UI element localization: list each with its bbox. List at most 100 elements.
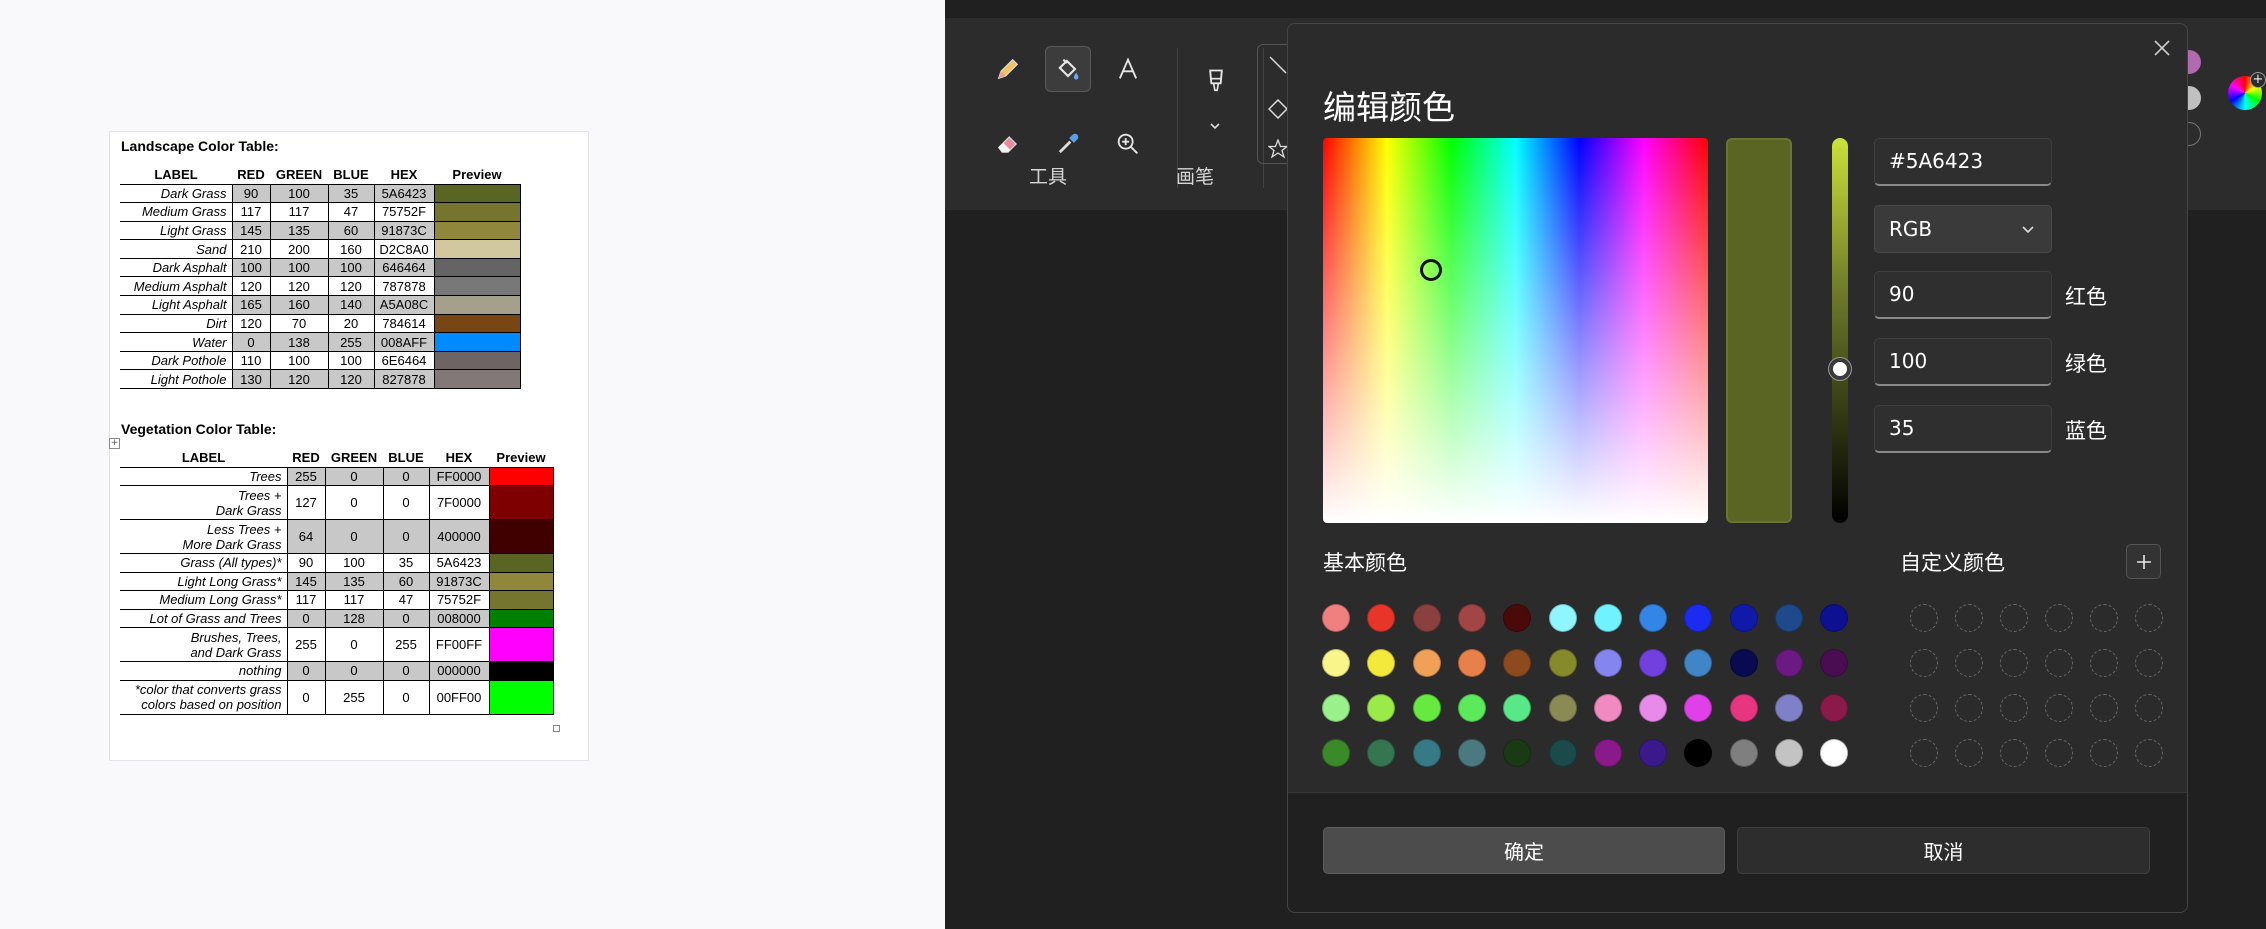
basic-color-swatch[interactable]	[1322, 739, 1350, 767]
blue-input[interactable]: 35	[1874, 405, 2052, 453]
basic-color-swatch[interactable]	[1503, 739, 1532, 767]
spectrum-cursor[interactable]	[1420, 259, 1442, 281]
custom-color-slot[interactable]	[2090, 604, 2118, 632]
basic-color-swatch[interactable]	[1367, 604, 1396, 632]
basic-color-swatch[interactable]	[1593, 739, 1622, 767]
basic-color-swatch[interactable]	[1412, 694, 1441, 722]
custom-color-slot[interactable]	[2135, 739, 2163, 767]
custom-color-slot[interactable]	[1910, 649, 1938, 677]
basic-color-swatch[interactable]	[1684, 694, 1713, 722]
pencil-icon	[997, 58, 1019, 80]
custom-color-slot[interactable]	[2135, 649, 2163, 677]
basic-color-swatch[interactable]	[1457, 739, 1486, 767]
ok-button[interactable]: 确定	[1323, 827, 1725, 874]
basic-color-swatch[interactable]	[1503, 604, 1532, 632]
basic-color-swatch[interactable]	[1412, 739, 1441, 767]
basic-color-swatch[interactable]	[1457, 649, 1486, 677]
basic-color-swatch[interactable]	[1639, 649, 1668, 677]
basic-color-swatch[interactable]	[1548, 694, 1577, 722]
color-spectrum[interactable]	[1323, 138, 1708, 523]
basic-color-swatch[interactable]	[1775, 649, 1803, 677]
basic-color-swatch[interactable]	[1775, 604, 1803, 632]
basic-color-swatch[interactable]	[1639, 739, 1668, 767]
table-resize-handle[interactable]	[553, 725, 560, 732]
brush-dropdown-button[interactable]	[1185, 119, 1245, 139]
basic-color-swatch[interactable]	[1503, 649, 1532, 677]
basic-color-swatch[interactable]	[1729, 649, 1758, 677]
basic-color-swatch[interactable]	[1684, 604, 1713, 632]
basic-color-swatch[interactable]	[1548, 739, 1577, 767]
pencil-tool-button[interactable]	[985, 46, 1031, 92]
basic-color-swatch[interactable]	[1684, 649, 1713, 677]
custom-color-slot[interactable]	[1910, 694, 1938, 722]
custom-color-slot[interactable]	[2090, 739, 2118, 767]
basic-color-swatch[interactable]	[1593, 604, 1622, 632]
custom-color-slot[interactable]	[1910, 604, 1938, 632]
text-tool-button[interactable]	[1105, 46, 1151, 92]
basic-color-swatch[interactable]	[1729, 604, 1758, 632]
cancel-button[interactable]: 取消	[1737, 827, 2150, 874]
basic-color-swatch[interactable]	[1322, 649, 1350, 677]
basic-color-swatch[interactable]	[1820, 649, 1849, 677]
basic-color-swatch[interactable]	[1639, 604, 1668, 632]
close-button[interactable]	[2148, 34, 2176, 62]
custom-color-slot[interactable]	[2000, 649, 2028, 677]
custom-color-slot[interactable]	[2000, 739, 2028, 767]
custom-color-slot[interactable]	[2000, 694, 2028, 722]
basic-color-swatch[interactable]	[1367, 649, 1396, 677]
custom-color-slot[interactable]	[2090, 649, 2118, 677]
custom-color-slot[interactable]	[1910, 739, 1938, 767]
value-slider-thumb[interactable]	[1829, 358, 1851, 380]
basic-color-swatch[interactable]	[1412, 604, 1441, 632]
preview-swatch	[434, 277, 520, 296]
custom-color-slot[interactable]	[2135, 604, 2163, 632]
eraser-tool-button[interactable]	[985, 121, 1031, 167]
basic-color-swatch[interactable]	[1820, 694, 1849, 722]
magnifier-tool-button[interactable]	[1105, 121, 1151, 167]
basic-color-swatch[interactable]	[1503, 694, 1532, 722]
basic-color-swatch[interactable]	[1593, 694, 1622, 722]
custom-color-slot[interactable]	[2135, 694, 2163, 722]
basic-color-swatch[interactable]	[1322, 694, 1350, 722]
basic-color-swatch[interactable]	[1548, 604, 1577, 632]
custom-color-slot[interactable]	[2090, 694, 2118, 722]
basic-color-swatch[interactable]	[1729, 694, 1758, 722]
row-label: *color that converts grass colors based o…	[120, 680, 288, 715]
basic-color-swatch[interactable]	[1775, 739, 1803, 767]
add-custom-color-button[interactable]	[2126, 544, 2161, 579]
custom-color-slot[interactable]	[2000, 604, 2028, 632]
basic-color-swatch[interactable]	[1322, 604, 1350, 632]
basic-color-swatch[interactable]	[1367, 694, 1396, 722]
basic-color-swatch[interactable]	[1412, 649, 1441, 677]
basic-color-swatch[interactable]	[1457, 694, 1486, 722]
basic-color-swatch[interactable]	[1593, 649, 1622, 677]
fill-tool-button[interactable]	[1045, 46, 1091, 92]
basic-color-swatch[interactable]	[1684, 739, 1713, 767]
custom-color-slot[interactable]	[2045, 649, 2073, 677]
basic-color-swatch[interactable]	[1820, 739, 1849, 767]
basic-color-swatch[interactable]	[1457, 604, 1486, 632]
value-slider[interactable]	[1829, 138, 1851, 523]
basic-color-swatch[interactable]	[1639, 694, 1668, 722]
hex-input[interactable]: #5A6423	[1874, 138, 2052, 186]
custom-color-slot[interactable]	[1955, 649, 1983, 677]
edit-colors-button[interactable]: +	[2228, 72, 2266, 110]
green-input[interactable]: 100	[1874, 338, 2052, 386]
table-move-handle[interactable]: +	[109, 438, 120, 449]
custom-color-slot[interactable]	[2045, 739, 2073, 767]
color-mode-select[interactable]: RGB	[1874, 205, 2052, 253]
brush-tool-button[interactable]	[1193, 58, 1239, 104]
custom-color-slot[interactable]	[1955, 604, 1983, 632]
basic-color-swatch[interactable]	[1729, 739, 1758, 767]
custom-color-slot[interactable]	[1955, 739, 1983, 767]
basic-color-swatch[interactable]	[1775, 694, 1803, 722]
red-input[interactable]: 90	[1874, 271, 2052, 319]
basic-color-swatch[interactable]	[1820, 604, 1849, 632]
basic-color-swatch[interactable]	[1367, 739, 1396, 767]
cell-hex: 75752F	[373, 202, 435, 222]
color-picker-tool-button[interactable]	[1045, 121, 1091, 167]
custom-color-slot[interactable]	[1955, 694, 1983, 722]
custom-color-slot[interactable]	[2045, 604, 2073, 632]
custom-color-slot[interactable]	[2045, 694, 2073, 722]
basic-color-swatch[interactable]	[1548, 649, 1577, 677]
